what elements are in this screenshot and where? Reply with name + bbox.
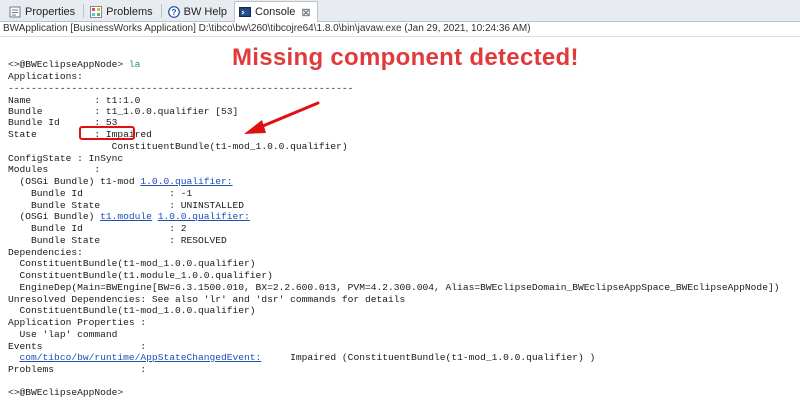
annotation-text: Missing component detected!	[232, 44, 579, 71]
